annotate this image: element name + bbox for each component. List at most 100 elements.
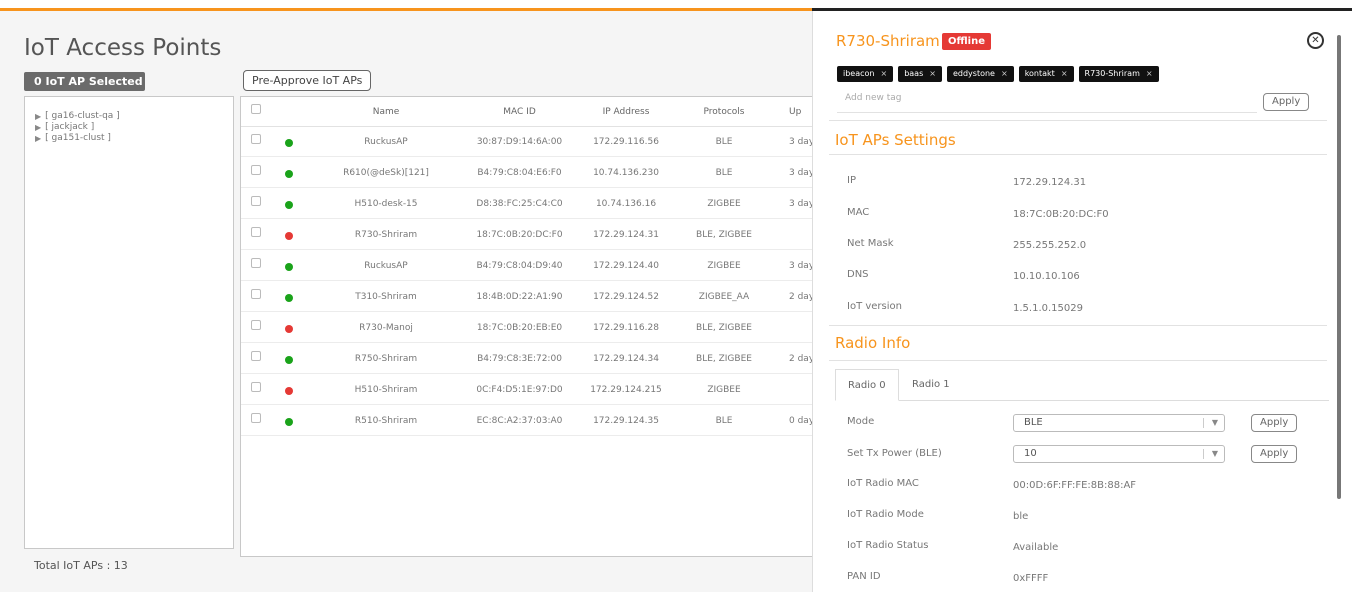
cell-up <box>789 313 812 343</box>
select-all-checkbox[interactable] <box>251 104 261 114</box>
selected-count-badge: 0 IoT AP Selected <box>24 72 145 91</box>
row-checkbox[interactable] <box>251 258 261 268</box>
radio-field-value: 0xFFFF <box>1013 573 1049 584</box>
radio-field-label: PAN ID <box>847 571 881 582</box>
cell-protocols: BLE <box>715 168 733 178</box>
close-icon[interactable]: × <box>929 69 936 78</box>
row-checkbox[interactable] <box>251 413 261 423</box>
close-circle-icon[interactable]: ✕ <box>1307 32 1324 49</box>
setting-value: 18:7C:0B:20:DC:F0 <box>1013 209 1109 220</box>
panel-scrollbar[interactable] <box>1337 35 1341 499</box>
tag-list: ibeacon × baas × eddystone × kontakt × R730-… <box>837 66 1159 82</box>
pre-approve-button[interactable]: Pre-Approve IoT APs <box>243 70 372 91</box>
cell-protocols: BLE, ZIGBEE <box>696 323 752 333</box>
cell-name: H510-desk-15 <box>354 199 418 209</box>
cell-ip: 172.29.124.215 <box>590 385 662 395</box>
table-row[interactable]: R610(@deSk)[121] B4:79:C8:04:E6:F0 10.74.1… <box>241 158 812 188</box>
cell-up <box>789 220 812 250</box>
cell-protocols: ZIGBEE <box>707 199 741 209</box>
apply-tags-button[interactable]: Apply <box>1263 93 1310 111</box>
row-checkbox[interactable] <box>251 165 261 175</box>
radio-info-title: Radio Info <box>835 334 911 352</box>
row-checkbox[interactable] <box>251 134 261 144</box>
tree-item[interactable]: ▶[ ga16-clust-qa ] <box>25 111 233 122</box>
divider <box>829 154 1327 155</box>
close-icon[interactable]: × <box>1001 69 1008 78</box>
table-row[interactable]: RuckusAP B4:79:C8:04:D9:40 172.29.124.40 ZI… <box>241 251 812 281</box>
setting-label: MAC <box>847 207 870 218</box>
table-row[interactable]: RuckusAP 30:87:D9:14:6A:00 172.29.116.56 BL… <box>241 127 812 157</box>
row-checkbox[interactable] <box>251 289 261 299</box>
row-checkbox[interactable] <box>251 227 261 237</box>
cell-protocols: ZIGBEE <box>707 261 741 271</box>
header-ip[interactable]: IP Address <box>586 97 666 127</box>
table-row[interactable]: H510-desk-15 D8:38:FC:25:C4:C0 10.74.136.1… <box>241 189 812 219</box>
apply-tx-power-button[interactable]: Apply <box>1251 445 1298 463</box>
status-dot-icon <box>285 325 293 333</box>
row-checkbox[interactable] <box>251 351 261 361</box>
tx-power-select[interactable]: 10 ▼ <box>1013 445 1225 463</box>
header-up[interactable]: Up <box>789 97 812 127</box>
table-row[interactable]: H510-Shriram 0C:F4:D5:1E:97:D0 172.29.124.… <box>241 375 812 405</box>
row-checkbox[interactable] <box>251 382 261 392</box>
tree-item-label: [ jackjack ] <box>45 122 95 132</box>
mode-select[interactable]: BLE ▼ <box>1013 414 1225 432</box>
ap-table: Name MAC ID IP Address Protocols Up Ruck… <box>240 96 812 557</box>
tag-chip: eddystone × <box>946 66 1014 82</box>
table-row[interactable]: R730-Shriram 18:7C:0B:20:DC:F0 172.29.124.… <box>241 220 812 250</box>
setting-label: Net Mask <box>847 238 894 249</box>
tag-chip: ibeacon × <box>837 66 894 82</box>
table-row[interactable]: R730-Manoj 18:7C:0B:20:EB:E0 172.29.116.28… <box>241 313 812 343</box>
cell-up: 3 days <box>789 261 812 271</box>
row-checkbox[interactable] <box>251 196 261 206</box>
radio-field-value: ble <box>1013 511 1029 522</box>
cell-mac: 18:7C:0B:20:DC:F0 <box>476 230 563 240</box>
status-dot-icon <box>285 201 293 209</box>
tag-input-underline <box>837 112 1257 113</box>
cell-name: T310-Shriram <box>355 292 417 302</box>
cell-name: R750-Shriram <box>354 354 418 364</box>
status-dot-icon <box>285 356 293 364</box>
radio-field-value: Available <box>1013 542 1059 553</box>
cell-protocols: ZIGBEE_AA <box>698 292 750 302</box>
table-row[interactable]: T310-Shriram 18:4B:0D:22:A1:90 172.29.124.… <box>241 282 812 312</box>
cell-protocols: BLE <box>715 416 733 426</box>
cell-up: 3 days <box>789 137 812 147</box>
close-icon[interactable]: × <box>1061 69 1068 78</box>
setting-value: 1.5.1.0.15029 <box>1013 303 1083 314</box>
cell-protocols: ZIGBEE <box>707 385 741 395</box>
close-icon[interactable]: × <box>1146 69 1153 78</box>
tag-label: eddystone <box>952 69 995 78</box>
header-mac[interactable]: MAC ID <box>467 97 572 127</box>
setting-label: IoT version <box>847 301 902 312</box>
header-name[interactable]: Name <box>331 97 441 127</box>
tab-radio-0[interactable]: Radio 0 <box>835 369 899 401</box>
tree-item[interactable]: ▶[ jackjack ] <box>25 122 233 133</box>
radio-field-value: 00:0D:6F:FF:FE:8B:88:AF <box>1013 480 1137 491</box>
table-row[interactable]: R750-Shriram B4:79:C8:3E:72:00 172.29.124.… <box>241 344 812 374</box>
row-checkbox[interactable] <box>251 320 261 330</box>
divider <box>829 325 1327 326</box>
close-icon[interactable]: × <box>881 69 888 78</box>
table-row[interactable]: R510-Shriram EC:8C:A2:37:03:A0 172.29.124.… <box>241 406 812 436</box>
cell-name: R610(@deSk)[121] <box>343 168 429 178</box>
header-protocols[interactable]: Protocols <box>684 97 764 127</box>
tag-label: kontakt <box>1024 69 1055 78</box>
status-dot-icon <box>285 139 293 147</box>
radio-field-label: IoT Radio MAC <box>847 478 919 489</box>
setting-value: 255.255.252.0 <box>1013 240 1087 251</box>
tag-label: baas <box>904 69 924 78</box>
new-tag-input[interactable]: Add new tag <box>845 93 902 103</box>
chevron-down-icon: ▼ <box>1211 418 1218 427</box>
setting-value: 10.10.10.106 <box>1013 271 1080 282</box>
tab-radio-1[interactable]: Radio 1 <box>900 369 962 401</box>
divider <box>829 120 1327 121</box>
cell-ip: 172.29.116.56 <box>593 137 659 147</box>
cell-mac: B4:79:C8:3E:72:00 <box>477 354 562 364</box>
table-header: Name MAC ID IP Address Protocols Up <box>241 97 812 127</box>
zone-tree: ▶[ ga16-clust-qa ] ▶[ jackjack ] ▶[ ga15… <box>24 96 234 549</box>
apply-mode-button[interactable]: Apply <box>1251 414 1298 432</box>
tree-item[interactable]: ▶[ ga151-clust ] <box>25 133 233 144</box>
radio-field-label: IoT Radio Status <box>847 540 929 551</box>
tree-item-label: [ ga16-clust-qa ] <box>45 111 120 121</box>
